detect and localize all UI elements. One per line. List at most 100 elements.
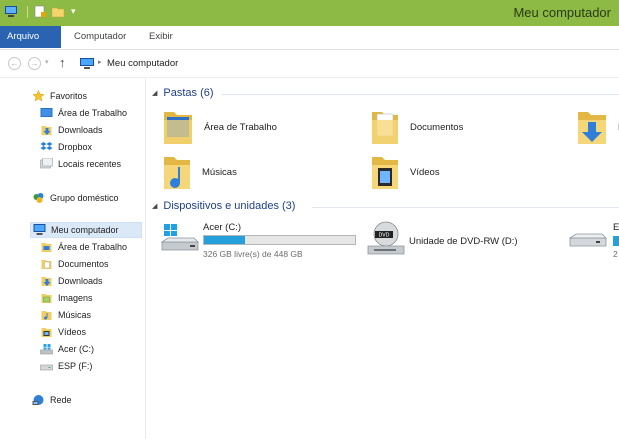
sidebar-item-downloads[interactable]: Downloads	[40, 122, 103, 138]
sidebar-item-musicas[interactable]: Músicas	[40, 307, 91, 323]
desktop-icon	[40, 108, 53, 117]
back-button[interactable]: ←	[8, 57, 21, 70]
drive-free-space: 326 GB livre(s) de 448 GB	[203, 249, 303, 259]
sidebar-item-area-de-trabalho-2[interactable]: Área de Trabalho	[40, 239, 127, 255]
separator	[27, 5, 28, 18]
sidebar-item-label: Músicas	[58, 310, 92, 320]
folder-label: Músicas	[202, 166, 237, 178]
group-divider	[222, 94, 619, 95]
tab-exibir[interactable]: Exibir	[149, 31, 173, 42]
title-bar: ▾ Meu computador	[0, 0, 619, 26]
sidebar-item-imagens[interactable]: Imagens	[40, 290, 93, 306]
sidebar-item-videos[interactable]: Vídeos	[40, 324, 86, 340]
new-folder-icon[interactable]	[51, 5, 65, 18]
svg-text:DVD: DVD	[378, 233, 389, 239]
sidebar-item-label: Favoritos	[50, 91, 88, 101]
address-bar: ← → ▾ ↑ ▸ Meu computador	[0, 50, 619, 78]
customize-toolbar-icon[interactable]: ▾	[71, 6, 76, 17]
sidebar-item-documentos[interactable]: Documentos	[40, 256, 109, 272]
desktop-folder-icon	[164, 112, 192, 144]
drive-icon	[40, 364, 53, 371]
sidebar-item-downloads-2[interactable]: Downloads	[40, 273, 103, 289]
folder-downloads[interactable]: D	[576, 108, 619, 146]
tab-computador[interactable]: Computador	[74, 31, 126, 42]
capacity-bar	[203, 235, 356, 245]
sidebar-item-rede[interactable]: Rede	[32, 392, 72, 408]
capacity-fill	[204, 236, 245, 244]
back-arrow-icon: ←	[10, 59, 19, 68]
sidebar-item-area-de-trabalho[interactable]: Área de Trabalho	[40, 105, 127, 121]
downloads-icon	[41, 126, 52, 135]
sidebar-item-label: Vídeos	[58, 327, 87, 337]
folder-label: Documentos	[410, 121, 464, 133]
computer-icon[interactable]	[4, 5, 18, 18]
downloads-folder-icon	[578, 112, 606, 144]
dvd-drive-icon: DVD	[367, 221, 405, 255]
quick-access-toolbar: ▾	[4, 5, 76, 18]
sidebar-item-label: Downloads	[58, 276, 103, 286]
desktop-folder-icon	[41, 243, 52, 252]
network-icon	[32, 395, 44, 405]
tab-arquivo[interactable]: Arquivo	[0, 26, 61, 48]
recent-places-icon	[40, 158, 53, 169]
folder-documentos[interactable]: Documentos	[370, 108, 463, 146]
capacity-bar	[613, 236, 619, 246]
star-icon	[32, 90, 45, 102]
videos-icon	[41, 328, 52, 337]
sidebar-item-label: Dropbox	[58, 142, 93, 152]
sidebar-item-dropbox[interactable]: Dropbox	[40, 139, 92, 155]
sidebar-item-locais-recentes[interactable]: Locais recentes	[40, 156, 121, 172]
group-header-devices[interactable]: ◢ Dispositivos e unidades (3)	[152, 200, 295, 212]
drive-label: Unidade de DVD-RW (D:)	[409, 236, 518, 247]
pictures-icon	[41, 294, 52, 303]
computer-icon	[80, 58, 94, 69]
group-title: Dispositivos e unidades (3)	[163, 200, 296, 212]
group-header-folders[interactable]: ◢ Pastas (6)	[152, 87, 214, 99]
homegroup-icon	[33, 193, 44, 203]
folder-musicas[interactable]: Músicas	[162, 153, 237, 191]
drive-free-space: 2	[613, 249, 618, 259]
recent-locations-icon[interactable]: ▾	[45, 58, 49, 66]
group-divider	[312, 207, 619, 208]
sidebar-item-favoritos[interactable]: Favoritos	[32, 88, 87, 104]
sidebar-item-label: Locais recentes	[58, 159, 122, 169]
computer-icon	[33, 224, 46, 235]
breadcrumb-separator-icon[interactable]: ▸	[98, 58, 102, 66]
sidebar-item-label: Área de Trabalho	[58, 108, 128, 118]
sidebar-item-label: Rede	[50, 395, 72, 405]
documents-folder-icon	[372, 112, 398, 144]
sidebar-item-label: Downloads	[58, 125, 103, 135]
music-icon	[41, 311, 52, 320]
sidebar-item-label: Documentos	[58, 259, 109, 269]
sidebar-item-acer-c[interactable]: Acer (C:)	[40, 341, 94, 357]
drive-label: E	[613, 222, 619, 233]
folder-label: Área de Trabalho	[204, 121, 277, 133]
sidebar-item-label: Acer (C:)	[58, 344, 94, 354]
breadcrumb[interactable]: Meu computador	[107, 58, 178, 69]
drive-label: Acer (C:)	[203, 222, 241, 233]
collapse-triangle-icon[interactable]: ◢	[152, 202, 157, 210]
sidebar-item-label: Grupo doméstico	[50, 193, 119, 203]
sidebar-item-label: Meu computador	[51, 225, 119, 235]
sidebar-item-esp-f[interactable]: ESP (F:)	[40, 358, 92, 374]
documents-icon	[41, 260, 52, 269]
sidebar-item-label: ESP (F:)	[58, 361, 93, 371]
group-title: Pastas (6)	[163, 87, 214, 99]
collapse-triangle-icon[interactable]: ◢	[152, 89, 157, 97]
navigation-pane: Favoritos Área de Trabalho Downloads Dro…	[0, 78, 146, 439]
sidebar-item-label: Área de Trabalho	[58, 242, 128, 252]
folder-videos[interactable]: Vídeos	[370, 153, 440, 191]
sidebar-item-label: Imagens	[58, 293, 93, 303]
properties-icon[interactable]	[33, 5, 47, 18]
folder-area-de-trabalho[interactable]: Área de Trabalho	[162, 108, 277, 146]
window-title: Meu computador	[513, 5, 611, 20]
sidebar-item-meu-computador[interactable]: Meu computador	[30, 222, 142, 238]
downloads-icon	[41, 277, 52, 286]
sidebar-item-grupo-domestico[interactable]: Grupo doméstico	[32, 190, 119, 206]
music-folder-icon	[164, 157, 190, 189]
forward-button[interactable]: →	[28, 57, 41, 70]
address-field[interactable]: ▸ Meu computador	[80, 54, 619, 74]
videos-folder-icon	[372, 157, 398, 189]
up-arrow-icon[interactable]: ↑	[59, 55, 66, 70]
drive-icon	[568, 233, 607, 247]
